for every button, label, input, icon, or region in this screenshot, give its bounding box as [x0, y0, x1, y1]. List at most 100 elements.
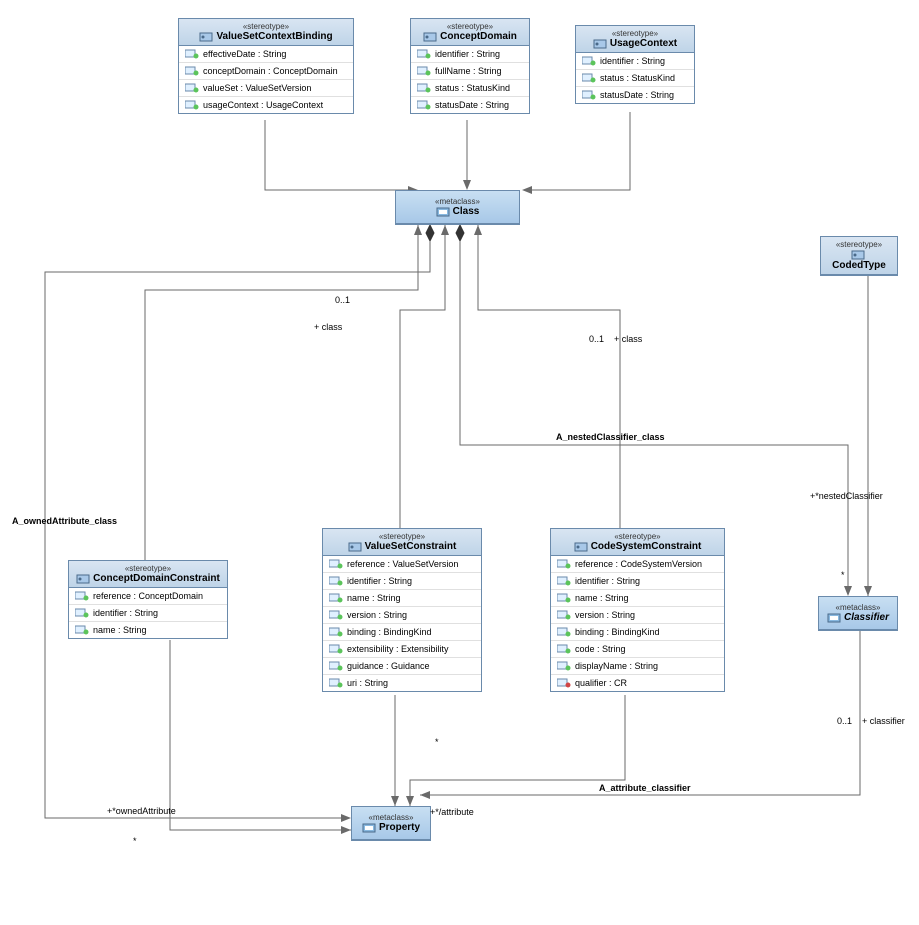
attr-row: conceptDomain : ConceptDomain	[179, 63, 353, 80]
attr-row: reference : CodeSystemVersion	[551, 556, 724, 573]
stereotype-icon	[199, 32, 213, 42]
box-value-set-constraint: «stereotype» ValueSetConstraint referenc…	[322, 528, 482, 692]
label-star-1: *	[841, 570, 845, 580]
label-plus-nested-classifier: +*nestedClassifier	[810, 491, 883, 501]
attr-row: identifier : String	[411, 46, 529, 63]
attr-row: status : StatusKind	[576, 70, 694, 87]
box-header: «stereotype» ValueSetConstraint	[323, 529, 481, 556]
attr-row: name : String	[323, 590, 481, 607]
attr-row: name : String	[69, 622, 227, 638]
attr-icon	[185, 49, 199, 59]
attr-row: version : String	[323, 607, 481, 624]
label-plus-class-1: + class	[314, 322, 342, 332]
attr-icon	[582, 56, 596, 66]
attr-icon	[557, 661, 571, 671]
attr-icon	[557, 559, 571, 569]
attr-row: valueSet : ValueSetVersion	[179, 80, 353, 97]
box-header: «stereotype» ConceptDomain	[411, 19, 529, 46]
metaclass-icon	[436, 207, 450, 217]
stereotype-icon	[76, 574, 90, 584]
attr-icon	[329, 610, 343, 620]
attr-icon	[329, 661, 343, 671]
attr-row: qualifier : CR	[551, 675, 724, 691]
box-header: «metaclass» Classifier	[819, 597, 897, 630]
box-header: «stereotype» CodedType	[821, 237, 897, 275]
attr-icon	[417, 100, 431, 110]
label-star-2: *	[133, 836, 137, 846]
box-header: «stereotype» UsageContext	[576, 26, 694, 53]
attr-row: code : String	[551, 641, 724, 658]
label-plus-attribute: +*/attribute	[430, 807, 474, 817]
attr-row: extensibility : Extensibility	[323, 641, 481, 658]
attr-row: identifier : String	[576, 53, 694, 70]
attr-icon	[417, 83, 431, 93]
box-header: «metaclass» Class	[396, 191, 519, 224]
connection-lines	[0, 0, 919, 925]
label-plus-owned-attribute: +*ownedAttribute	[107, 806, 176, 816]
attr-row: binding : BindingKind	[551, 624, 724, 641]
attr-icon	[75, 625, 89, 635]
attr-row: identifier : String	[551, 573, 724, 590]
attr-icon	[582, 73, 596, 83]
stereotype-icon	[593, 39, 607, 49]
attr-icon	[417, 49, 431, 59]
attr-icon	[557, 576, 571, 586]
label-a-owned-attribute: A_ownedAttribute_class	[12, 516, 117, 526]
box-header: «stereotype» CodeSystemConstraint	[551, 529, 724, 556]
box-body: identifier : String status : StatusKind …	[576, 53, 694, 103]
attr-row: reference : ConceptDomain	[69, 588, 227, 605]
stereotype-icon	[851, 250, 865, 260]
label-plus-classifier: + classifier	[862, 716, 905, 726]
stereotype-icon	[574, 542, 588, 552]
attr-row: usageContext : UsageContext	[179, 97, 353, 113]
label-plus-class-2: + class	[614, 334, 642, 344]
box-body: identifier : String fullName : String st…	[411, 46, 529, 113]
box-header: «stereotype» ValueSetContextBinding	[179, 19, 353, 46]
attr-icon	[75, 591, 89, 601]
attr-icon	[185, 83, 199, 93]
attr-row: statusDate : String	[576, 87, 694, 103]
box-property: «metaclass» Property	[351, 806, 431, 841]
attr-row: identifier : String	[323, 573, 481, 590]
attr-icon	[329, 576, 343, 586]
box-classifier: «metaclass» Classifier	[818, 596, 898, 631]
box-code-system-constraint: «stereotype» CodeSystemConstraint refere…	[550, 528, 725, 692]
attr-icon	[185, 66, 199, 76]
attr-icon	[329, 627, 343, 637]
attr-icon	[557, 644, 571, 654]
box-header: «stereotype» ConceptDomainConstraint	[69, 561, 227, 588]
attr-row: effectiveDate : String	[179, 46, 353, 63]
stereotype-icon	[348, 542, 362, 552]
attr-row: displayName : String	[551, 658, 724, 675]
box-body: reference : CodeSystemVersion identifier…	[551, 556, 724, 691]
attr-icon	[329, 644, 343, 654]
attr-icon	[329, 559, 343, 569]
box-usage-context: «stereotype» UsageContext identifier : S…	[575, 25, 695, 104]
box-concept-domain-constraint: «stereotype» ConceptDomainConstraint ref…	[68, 560, 228, 639]
box-body: effectiveDate : String conceptDomain : C…	[179, 46, 353, 113]
label-a-nested-classifier: A_nestedClassifier_class	[556, 432, 665, 442]
label-a-attribute-classifier: A_attribute_classifier	[599, 783, 691, 793]
attr-icon	[185, 100, 199, 110]
box-concept-domain: «stereotype» ConceptDomain identifier : …	[410, 18, 530, 114]
attr-icon	[329, 593, 343, 603]
box-body: reference : ValueSetVersion identifier :…	[323, 556, 481, 691]
attr-row: status : StatusKind	[411, 80, 529, 97]
attr-icon-x	[557, 678, 571, 688]
box-value-set-context-binding: «stereotype» ValueSetContextBinding effe…	[178, 18, 354, 114]
label-zero-one-3: 0..1	[837, 716, 852, 726]
stereotype-icon	[423, 32, 437, 42]
box-class: «metaclass» Class	[395, 190, 520, 225]
attr-icon	[329, 678, 343, 688]
label-star-3: *	[435, 737, 439, 747]
metaclass-icon	[362, 823, 376, 833]
attr-row: guidance : Guidance	[323, 658, 481, 675]
label-zero-one-1: 0..1	[335, 295, 350, 305]
attr-icon	[557, 627, 571, 637]
attr-icon	[557, 593, 571, 603]
box-body: reference : ConceptDomain identifier : S…	[69, 588, 227, 638]
attr-icon	[582, 90, 596, 100]
attr-icon	[557, 610, 571, 620]
attr-row: uri : String	[323, 675, 481, 691]
attr-row: binding : BindingKind	[323, 624, 481, 641]
